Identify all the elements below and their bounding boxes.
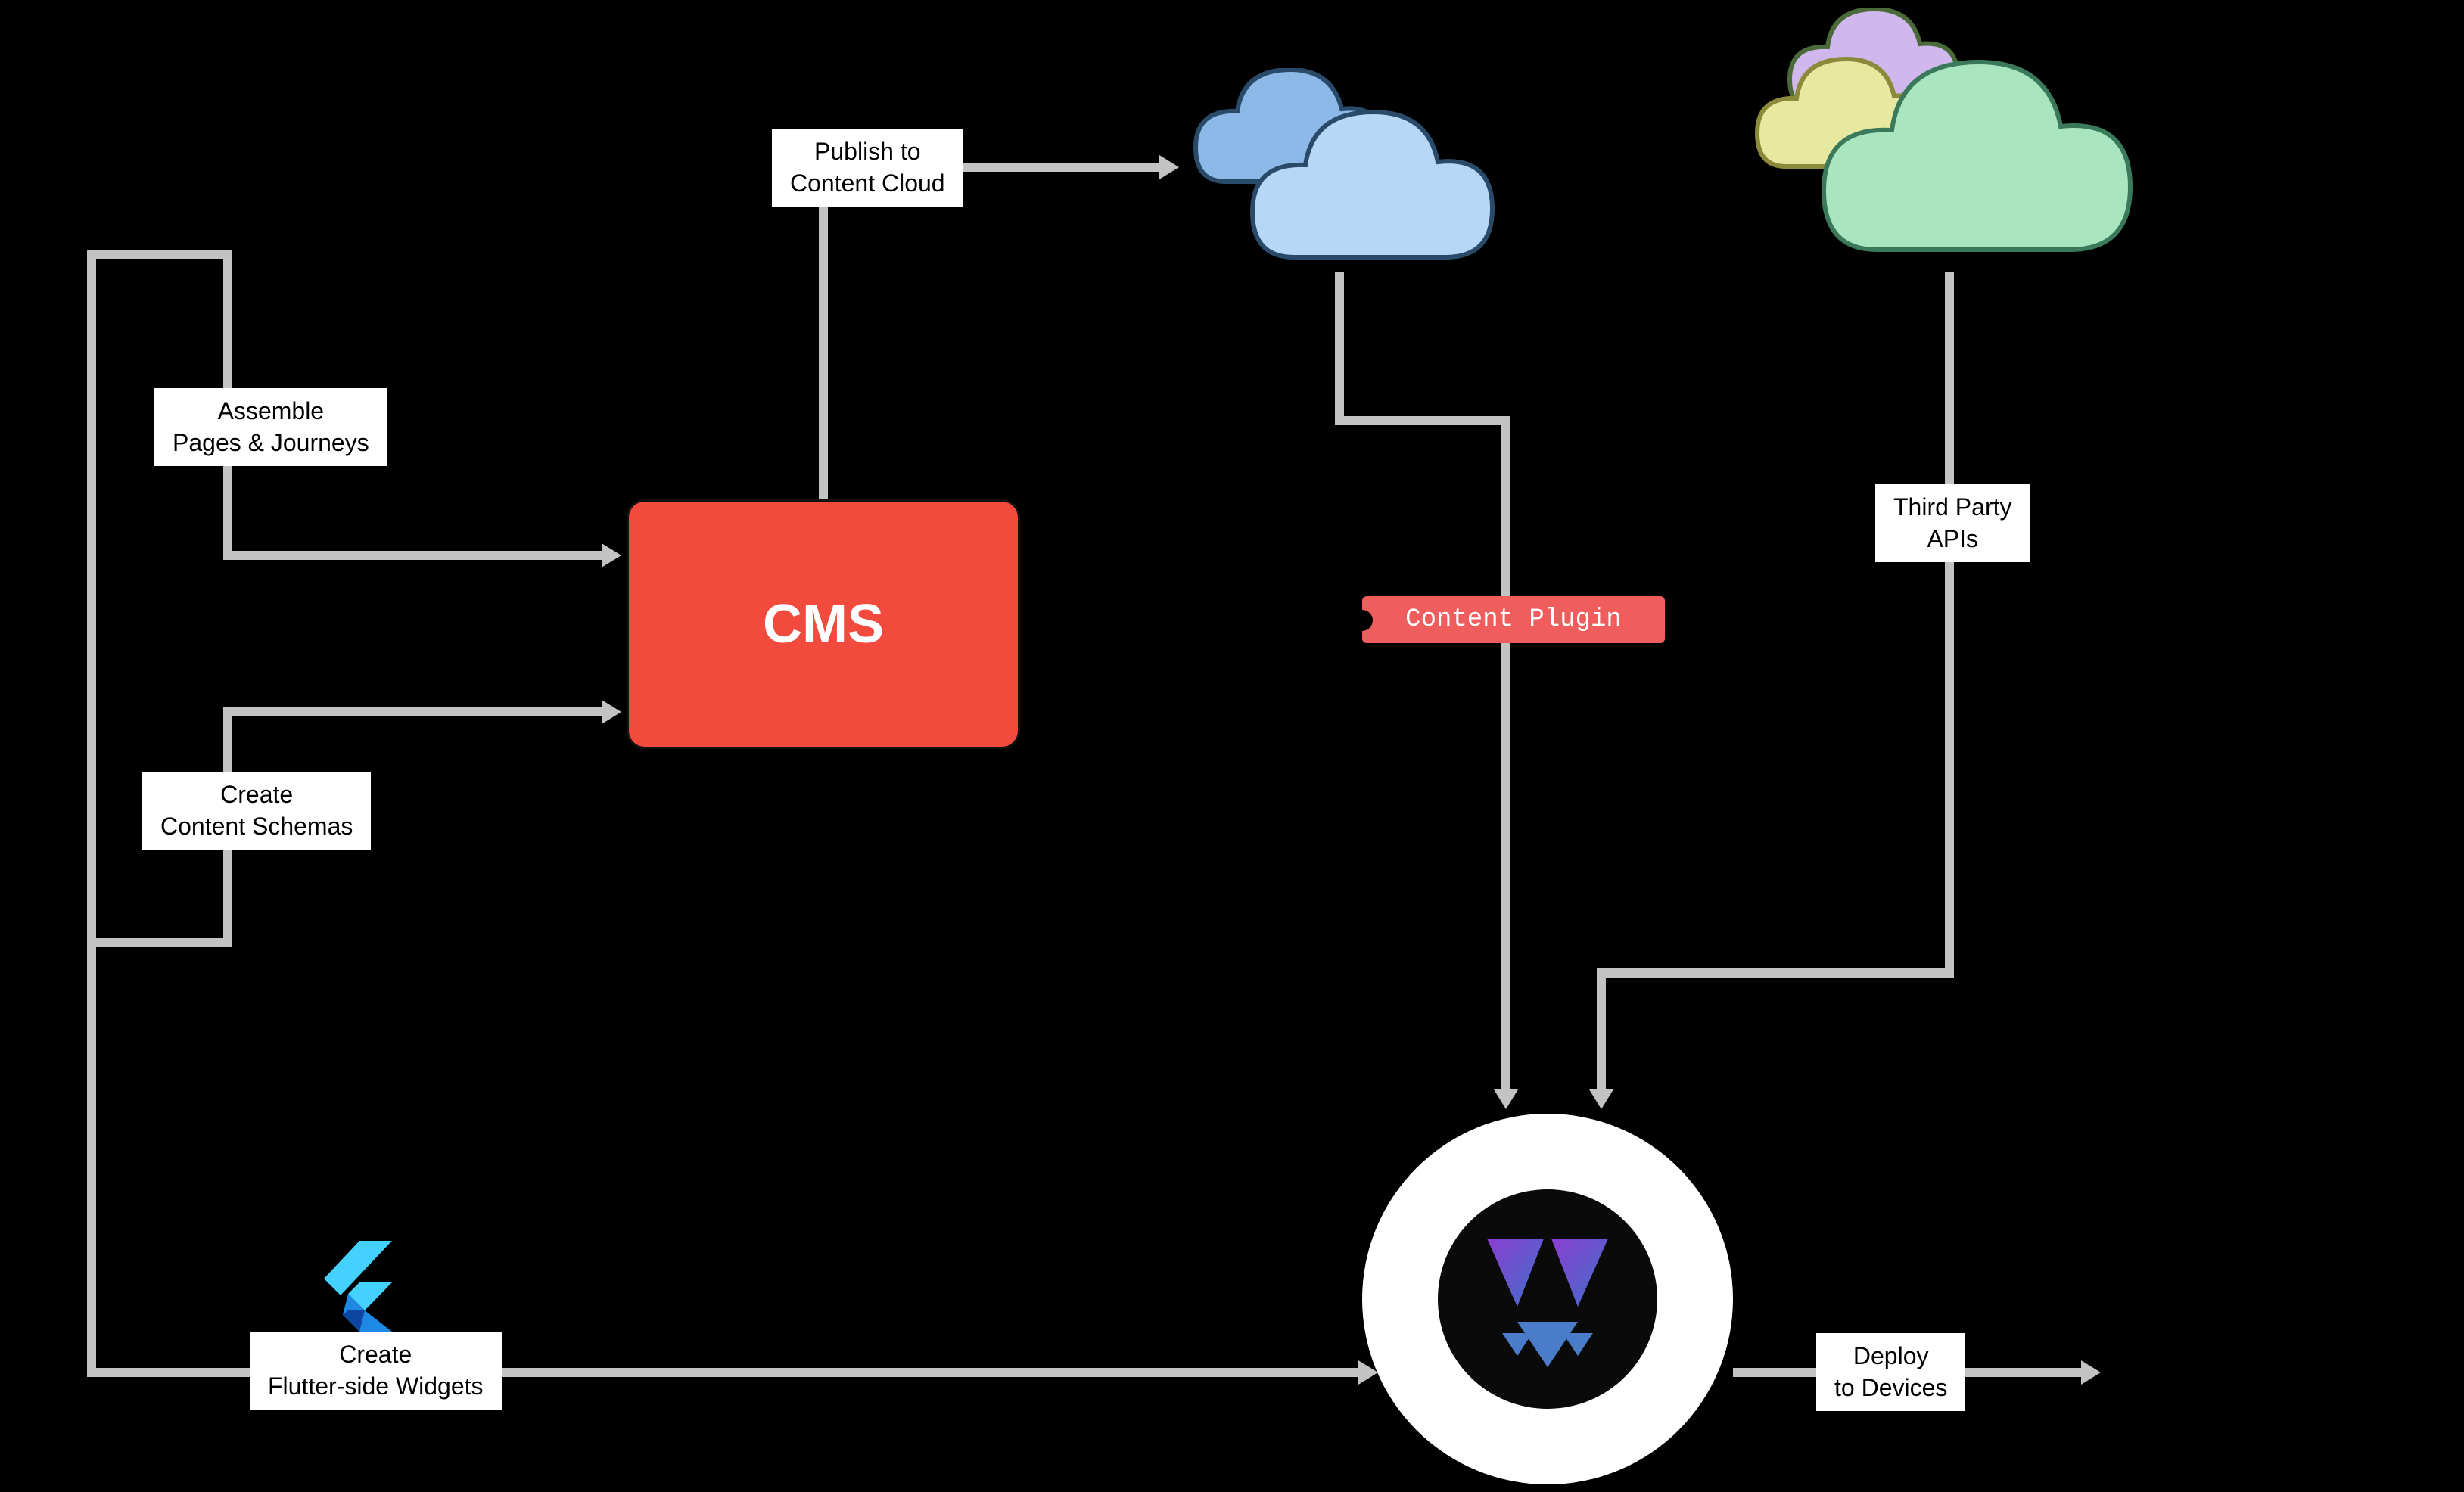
- connector-3p-v: [1945, 272, 1954, 968]
- content-plugin-label: Content Plugin: [1405, 605, 1622, 634]
- arrow-plugin-to-vyuh: [1494, 1089, 1518, 1109]
- cms-label: CMS: [763, 593, 884, 655]
- vyuh-logo-icon: [1464, 1216, 1631, 1382]
- arrow-publish-to-cloud: [1159, 155, 1179, 179]
- label-publish: Publish to Content Cloud: [772, 129, 963, 207]
- arrow-assemble-to-cms: [602, 543, 621, 567]
- content-plugin-node: Content Plugin: [1362, 596, 1665, 643]
- cms-node: CMS: [627, 499, 1020, 749]
- connector-cloud-v1: [1335, 272, 1344, 416]
- connector-schema-h2: [223, 707, 602, 716]
- connector-assemble-h1: [87, 250, 231, 259]
- label-flutter-widgets: Create Flutter-side Widgets: [250, 1332, 502, 1410]
- connector-3p-h: [1597, 968, 1954, 978]
- arrow-deploy: [2081, 1360, 2101, 1385]
- connector-left-spine: [87, 250, 96, 1377]
- arrow-schema-to-cms: [602, 700, 621, 724]
- connector-3p-v2: [1597, 968, 1606, 1089]
- connector-cloud-h: [1335, 416, 1509, 425]
- connector-publish-v: [819, 163, 828, 499]
- content-cloud-icon: [1181, 68, 1498, 280]
- connector-assemble-h2: [223, 551, 602, 560]
- vyuh-logo-node: [1362, 1114, 1733, 1484]
- label-create-schemas: Create Content Schemas: [142, 772, 371, 850]
- label-assemble: Assemble Pages & Journeys: [154, 388, 387, 466]
- label-deploy: Deploy to Devices: [1816, 1333, 1965, 1411]
- connector-schema-h1: [87, 938, 231, 947]
- flutter-icon: [318, 1241, 394, 1332]
- third-party-cloud-icon: [1741, 8, 2164, 280]
- connector-cloud-v2: [1501, 416, 1510, 1089]
- label-third-party-apis: Third Party APIs: [1875, 484, 2030, 562]
- arrow-3p-to-vyuh: [1589, 1089, 1613, 1109]
